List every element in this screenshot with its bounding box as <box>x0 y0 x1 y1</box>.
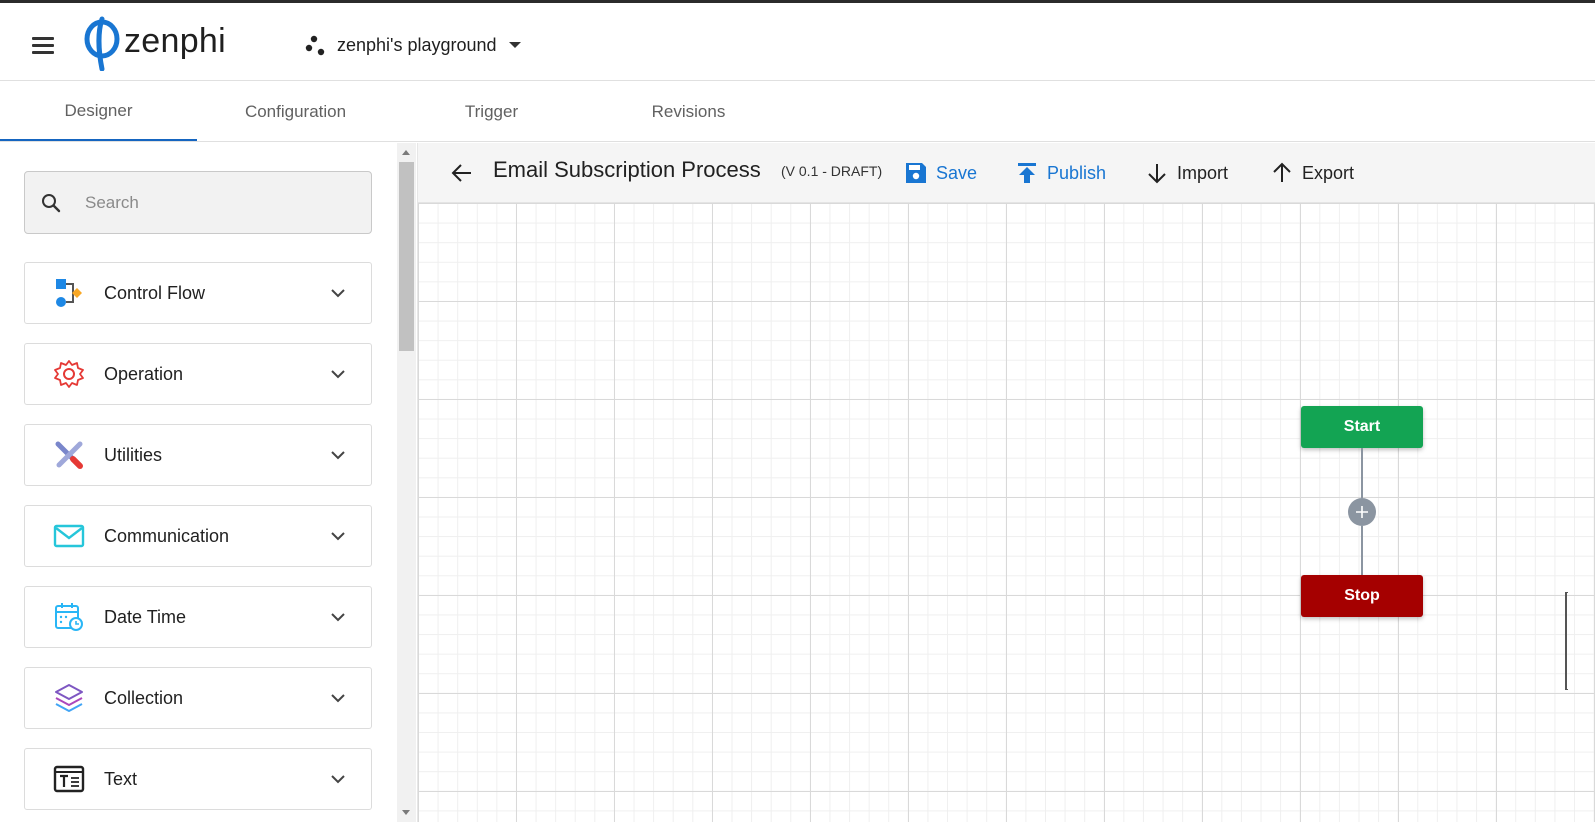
category-utilities[interactable]: Utilities <box>24 424 372 486</box>
category-date-time[interactable]: Date Time <box>24 586 372 648</box>
save-button[interactable]: Save <box>904 158 977 188</box>
connector-line <box>1361 526 1363 575</box>
sidebar-scrollbar[interactable] <box>397 143 416 822</box>
start-node[interactable]: Start <box>1301 406 1423 448</box>
tab-trigger[interactable]: Trigger <box>393 82 590 141</box>
search-icon <box>42 193 61 212</box>
category-control-flow[interactable]: Control Flow <box>24 262 372 324</box>
tab-designer[interactable]: Designer <box>0 82 197 141</box>
category-collection[interactable]: Collection <box>24 667 372 729</box>
publish-button[interactable]: Publish <box>1015 158 1106 188</box>
scroll-down-arrow-icon[interactable] <box>402 810 410 815</box>
export-label: Export <box>1302 162 1355 183</box>
chevron-down-icon <box>331 613 345 622</box>
workflow-canvas[interactable]: Start Stop <box>418 203 1595 822</box>
back-arrow-icon[interactable] <box>450 161 474 185</box>
side-panel-handle[interactable] <box>1565 592 1568 690</box>
layers-icon <box>52 681 86 715</box>
search-box <box>24 171 372 234</box>
arrow-down-icon <box>1148 164 1166 184</box>
category-label: Operation <box>104 363 184 384</box>
import-label: Import <box>1177 162 1229 183</box>
category-label: Communication <box>104 525 230 546</box>
tools-icon <box>52 438 86 472</box>
chevron-down-icon <box>331 532 345 541</box>
workspace-name: zenphi's playground <box>337 34 497 55</box>
designer-toolbar: Email Subscription Process (V 0.1 - DRAF… <box>418 143 1595 203</box>
export-button[interactable]: Export <box>1270 158 1354 188</box>
category-text[interactable]: Text <box>24 748 372 810</box>
tab-revisions[interactable]: Revisions <box>590 82 787 141</box>
action-sidebar: Control Flow Operation Utilities <box>0 143 397 835</box>
gear-icon <box>52 357 86 391</box>
caret-down-icon <box>508 42 521 48</box>
scroll-thumb[interactable] <box>399 162 414 351</box>
chevron-down-icon <box>331 451 345 460</box>
connector-line <box>1361 448 1363 498</box>
category-label: Utilities <box>104 444 163 465</box>
publish-icon <box>1018 163 1036 183</box>
arrow-up-icon <box>1273 162 1291 182</box>
chevron-down-icon <box>331 289 345 298</box>
publish-label: Publish <box>1047 162 1107 183</box>
category-label: Control Flow <box>104 282 206 303</box>
zenphi-logo[interactable]: zenphi <box>82 15 226 71</box>
floppy-disk-icon <box>906 163 926 183</box>
calendar-clock-icon <box>52 600 86 634</box>
flow-title: Email Subscription Process <box>493 157 761 182</box>
workspace-selector[interactable]: zenphi's playground <box>305 30 521 60</box>
tab-configuration[interactable]: Configuration <box>197 82 394 141</box>
chevron-down-icon <box>331 775 345 784</box>
control-flow-icon <box>52 276 86 310</box>
workspace-icon <box>305 35 325 56</box>
category-communication[interactable]: Communication <box>24 505 372 567</box>
chevron-down-icon <box>331 694 345 703</box>
category-label: Collection <box>104 687 184 708</box>
stop-node[interactable]: Stop <box>1301 575 1423 617</box>
category-label: Date Time <box>104 606 187 627</box>
plus-icon <box>1356 506 1368 518</box>
add-step-button[interactable] <box>1348 498 1376 526</box>
text-box-icon <box>52 762 86 796</box>
logo-text: zenphi <box>124 21 226 60</box>
save-label: Save <box>936 162 978 183</box>
category-label: Text <box>104 768 138 789</box>
phi-logo-icon <box>84 16 120 71</box>
designer-area: Email Subscription Process (V 0.1 - DRAF… <box>417 143 1595 822</box>
hamburger-menu-icon[interactable] <box>32 37 56 55</box>
category-operation[interactable]: Operation <box>24 343 372 405</box>
import-button[interactable]: Import <box>1145 158 1228 188</box>
flow-version-badge: (V 0.1 - DRAFT) <box>781 163 883 179</box>
envelope-icon <box>52 519 86 553</box>
search-input[interactable] <box>85 192 335 213</box>
main-tabs: Designer Configuration Trigger Revisions <box>0 82 1595 142</box>
scroll-up-arrow-icon[interactable] <box>402 150 410 155</box>
chevron-down-icon <box>331 370 345 379</box>
app-header: zenphi zenphi's playground <box>0 3 1595 81</box>
